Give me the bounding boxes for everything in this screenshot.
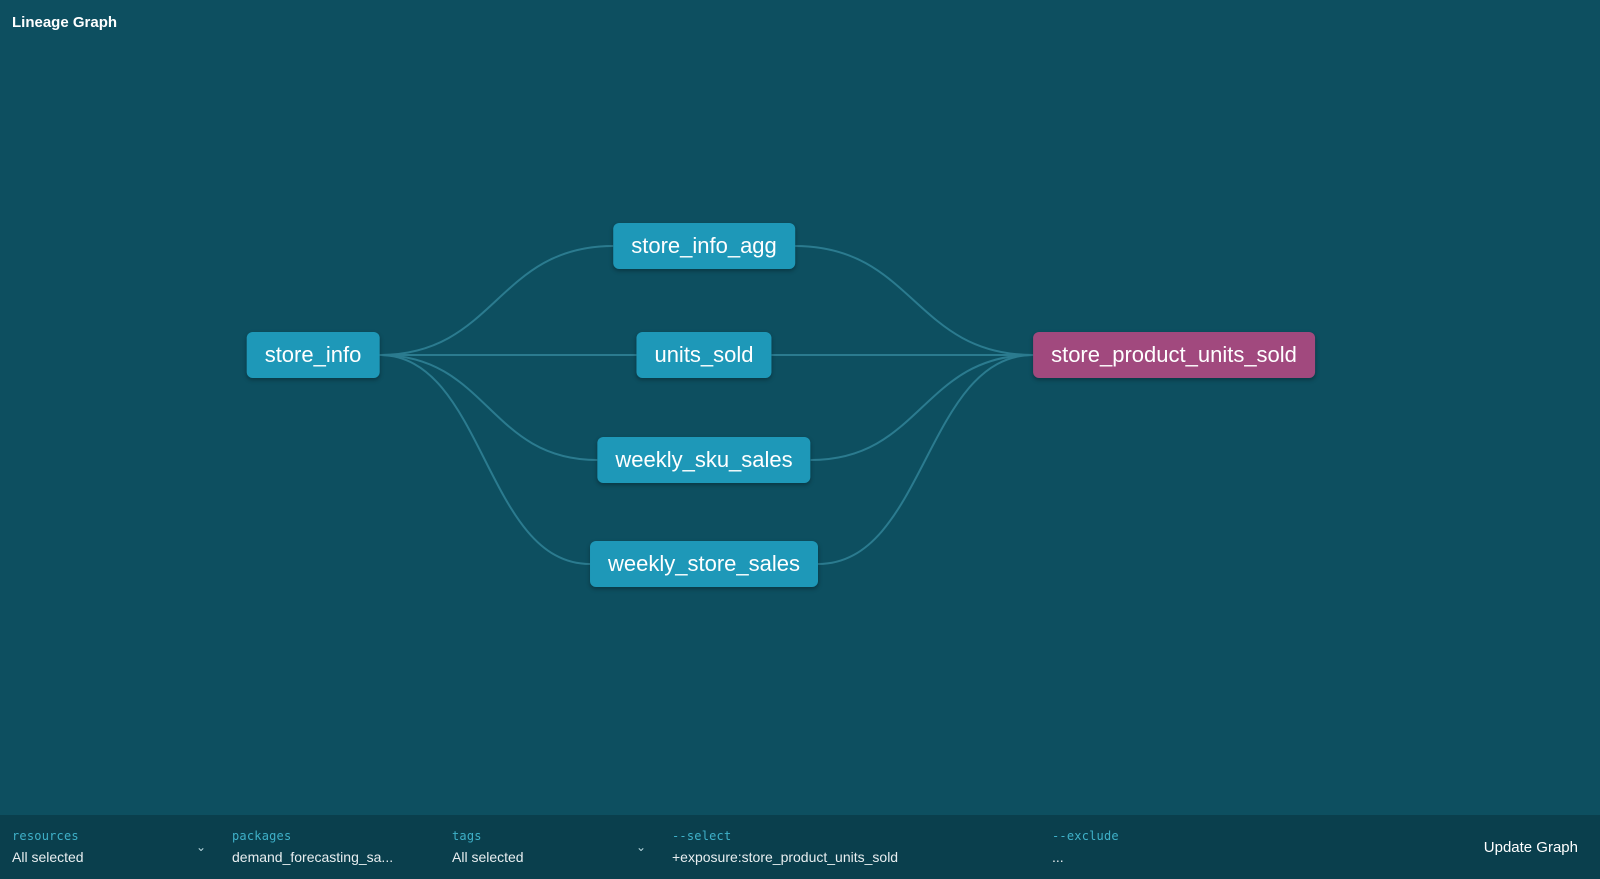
filter-exclude-label: --exclude [1052,829,1450,843]
node-weekly_sku_sales[interactable]: weekly_sku_sales [597,437,810,483]
chevron-down-icon: ⌄ [196,840,206,854]
filter-tags-label: tags [452,829,648,843]
filter-tags-value: All selected [452,849,648,865]
node-weekly_store_sales[interactable]: weekly_store_sales [590,541,818,587]
node-store_product_units_sold[interactable]: store_product_units_sold [1033,332,1315,378]
filter-select-value: +exposure:store_product_units_sold [672,849,1028,865]
filter-resources[interactable]: resources All selected ⌄ [0,815,220,879]
filter-resources-label: resources [12,829,208,843]
node-store_info_agg[interactable]: store_info_agg [613,223,795,269]
node-units_sold[interactable]: units_sold [636,332,771,378]
filter-tags[interactable]: tags All selected ⌄ [440,815,660,879]
filter-packages-label: packages [232,829,428,843]
update-graph-button[interactable]: Update Graph [1462,815,1600,879]
filter-select-label: --select [672,829,1028,843]
footer-bar: resources All selected ⌄ packages demand… [0,815,1600,879]
node-store_info[interactable]: store_info [247,332,380,378]
graph-canvas[interactable]: store_info store_info_agg units_soldweekly… [0,0,1600,820]
filter-packages-value: demand_forecasting_sa... [232,849,428,865]
chevron-down-icon: ⌄ [636,840,646,854]
filter-packages[interactable]: packages demand_forecasting_sa... [220,815,440,879]
filter-resources-value: All selected [12,849,208,865]
filter-exclude[interactable]: --exclude ... [1040,815,1462,879]
filter-exclude-value: ... [1052,849,1450,865]
filter-select[interactable]: --select +exposure:store_product_units_s… [660,815,1040,879]
